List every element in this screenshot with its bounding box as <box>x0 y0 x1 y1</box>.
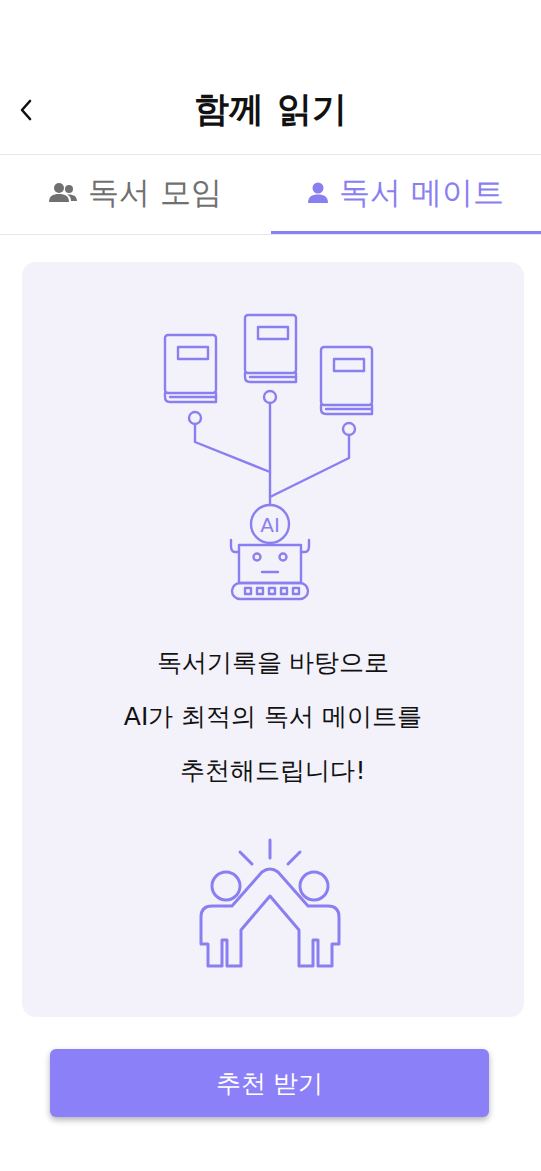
robot-label: AI <box>260 513 280 537</box>
tab[interactable]: 독서 모임 <box>0 155 271 234</box>
tab[interactable]: 독서 메이트 <box>271 155 541 234</box>
screen: 함께 읽기 독서 모임 독서 메이트 AI 독서기록을 바탕으로AI가 최적의 … <box>0 0 541 1171</box>
description-line: AI가 최적의 독서 메이트를 <box>124 690 422 744</box>
people-icon <box>48 181 78 205</box>
page-title: 함께 읽기 <box>194 86 346 133</box>
description-line: 추천해드립니다! <box>180 744 365 798</box>
high-five-icon <box>193 835 353 970</box>
ai-books-icon: AI <box>158 312 388 602</box>
tab-bar: 독서 모임 독서 메이트 <box>0 155 541 235</box>
tab-label: 독서 메이트 <box>339 172 504 214</box>
description: 독서기록을 바탕으로AI가 최적의 독서 메이트를추천해드립니다! <box>124 636 422 798</box>
tab-label: 독서 모임 <box>88 172 222 214</box>
description-line: 독서기록을 바탕으로 <box>157 636 390 690</box>
header: 함께 읽기 <box>0 65 541 155</box>
chevron-left-icon <box>18 97 34 123</box>
recommend-button[interactable]: 추천 받기 <box>50 1049 489 1117</box>
person-icon <box>307 181 329 205</box>
info-card: AI 독서기록을 바탕으로AI가 최적의 독서 메이트를추천해드립니다! <box>22 262 524 1017</box>
back-button[interactable] <box>14 93 38 127</box>
